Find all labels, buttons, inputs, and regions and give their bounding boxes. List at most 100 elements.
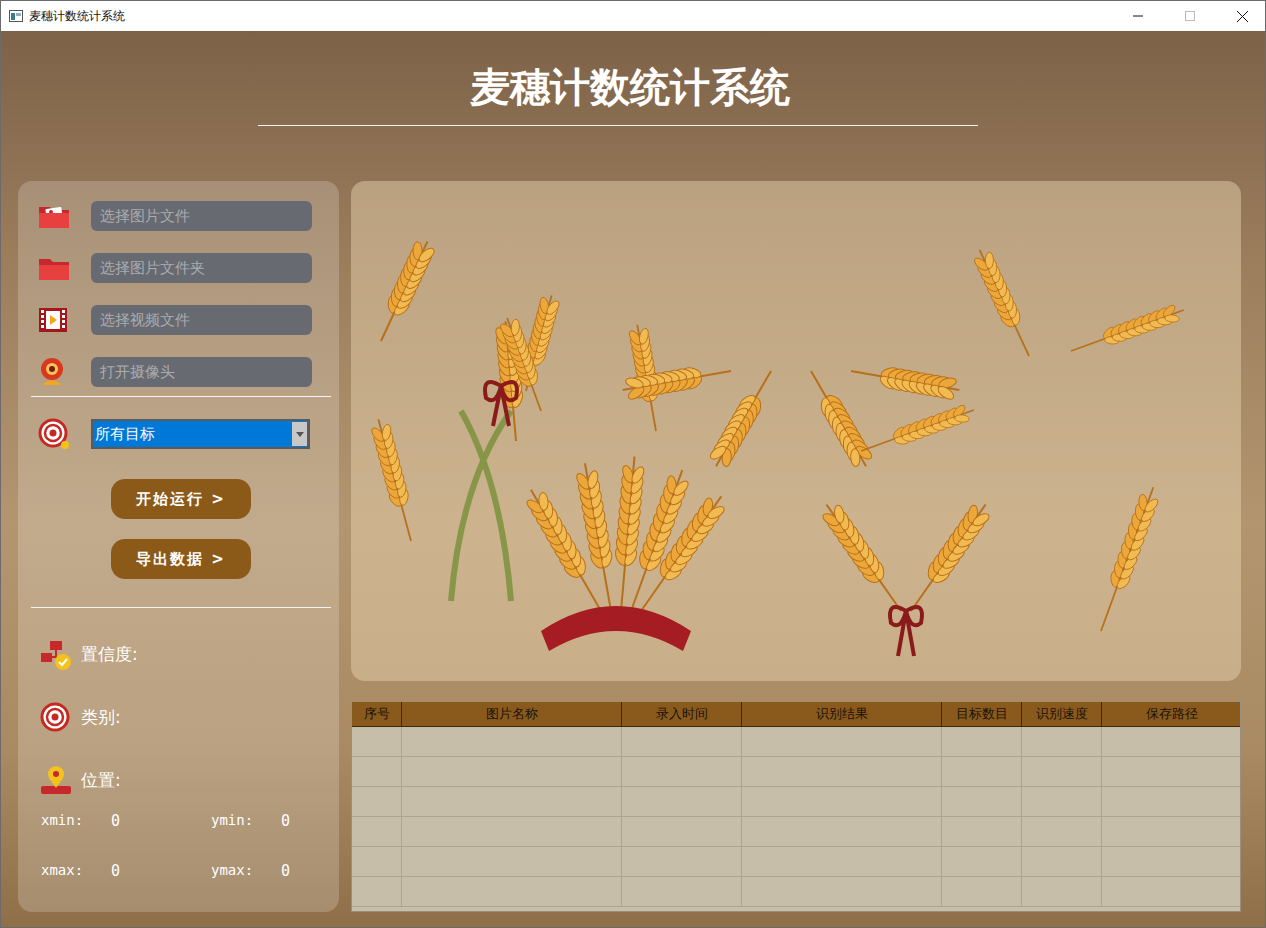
source-field[interactable]: 选择图片文件夹 — [91, 253, 312, 283]
info-row: 置信度: — [31, 637, 331, 672]
column-header[interactable]: 保存路径 — [1102, 702, 1241, 726]
column-header[interactable]: 图片名称 — [402, 702, 622, 726]
class-icon — [40, 702, 72, 734]
folder-icon — [38, 254, 70, 282]
confidence-icon — [40, 639, 72, 671]
target-select[interactable]: 所有目标 — [91, 419, 310, 449]
title-bar: 麦穗计数统计系统 — [1, 1, 1265, 31]
video-file-icon — [38, 306, 68, 334]
table-cell — [622, 787, 742, 816]
table-row[interactable] — [352, 817, 1240, 847]
action-button[interactable]: 开始运行 > — [111, 479, 251, 519]
table-cell — [1022, 877, 1102, 906]
select-arrow[interactable] — [292, 422, 307, 446]
table-cell — [402, 877, 622, 906]
info-icon-box — [31, 766, 81, 796]
table-cell — [742, 847, 942, 876]
table-cell — [1022, 727, 1102, 756]
source-row: 选择图片文件夹 — [31, 253, 331, 283]
result-table: 序号图片名称录入时间识别结果目标数目识别速度保存路径 — [351, 701, 1241, 912]
table-header: 序号图片名称录入时间识别结果目标数目识别速度保存路径 — [352, 702, 1240, 727]
action-button[interactable]: 导出数据 > — [111, 539, 251, 579]
coord-label: xmin: — [41, 812, 111, 832]
header-divider — [258, 125, 978, 126]
coord-value: 0 — [111, 812, 211, 832]
table-cell — [402, 787, 622, 816]
close-icon — [1237, 11, 1248, 22]
coord-value: 0 — [111, 862, 211, 882]
source-row: 选择视频文件 — [31, 305, 331, 335]
table-cell — [942, 727, 1022, 756]
column-header[interactable]: 目标数目 — [942, 702, 1022, 726]
table-cell — [622, 757, 742, 786]
info-row: 位置: — [31, 763, 331, 798]
source-field[interactable]: 选择视频文件 — [91, 305, 312, 335]
panel-divider — [31, 396, 331, 397]
maximize-icon — [1185, 11, 1195, 21]
coordinates: xmin:0ymin:0xmax:0ymax:0 — [31, 812, 331, 882]
table-cell — [1022, 787, 1102, 816]
column-header[interactable]: 序号 — [352, 702, 402, 726]
source-field[interactable]: 打开摄像头 — [91, 357, 312, 387]
image-file-icon — [38, 202, 70, 230]
source-icon-box — [31, 254, 91, 282]
coord-label: ymax: — [211, 862, 281, 882]
source-list: 选择图片文件选择图片文件夹选择视频文件打开摄像头 — [31, 201, 331, 387]
location-icon — [40, 766, 72, 796]
target-icon-box — [31, 418, 91, 450]
table-cell — [942, 757, 1022, 786]
image-display — [351, 181, 1241, 681]
minimize-button[interactable] — [1115, 1, 1161, 31]
table-row[interactable] — [352, 847, 1240, 877]
info-label: 位置: — [81, 769, 121, 792]
maximize-button[interactable] — [1167, 1, 1213, 31]
table-cell — [622, 877, 742, 906]
table-cell — [1102, 757, 1241, 786]
table-cell — [942, 847, 1022, 876]
source-icon-box — [31, 202, 91, 230]
table-cell — [1022, 817, 1102, 846]
table-cell — [622, 727, 742, 756]
target-row: 所有目标 — [31, 418, 331, 450]
info-label: 类别: — [81, 706, 121, 729]
source-icon-box — [31, 357, 91, 387]
source-field[interactable]: 选择图片文件 — [91, 201, 312, 231]
control-panel: 选择图片文件选择图片文件夹选择视频文件打开摄像头所有目标开始运行 > 导出数据 >… — [18, 181, 339, 912]
table-cell — [352, 727, 402, 756]
column-header[interactable]: 识别结果 — [742, 702, 942, 726]
panel-divider — [31, 607, 331, 608]
table-row[interactable] — [352, 757, 1240, 787]
table-cell — [1102, 817, 1241, 846]
table-cell — [622, 817, 742, 846]
table-row[interactable] — [352, 787, 1240, 817]
column-header[interactable]: 识别速度 — [1022, 702, 1102, 726]
source-row: 选择图片文件 — [31, 201, 331, 231]
table-row[interactable] — [352, 877, 1240, 907]
main-area: 麦穗计数统计系统选择图片文件选择图片文件夹选择视频文件打开摄像头所有目标开始运行… — [1, 31, 1265, 927]
table-cell — [402, 727, 622, 756]
result-info: 置信度: 类别: 位置: — [31, 637, 331, 798]
content: 选择图片文件选择图片文件夹选择视频文件打开摄像头所有目标开始运行 > 导出数据 >… — [18, 181, 1241, 912]
table-row[interactable] — [352, 727, 1240, 757]
close-button[interactable] — [1219, 1, 1265, 31]
source-icon-box — [31, 306, 91, 334]
table-cell — [942, 817, 1022, 846]
table-cell — [622, 847, 742, 876]
source-row: 打开摄像头 — [31, 357, 331, 387]
table-cell — [1102, 877, 1241, 906]
table-cell — [742, 817, 942, 846]
coord-value: 0 — [281, 812, 321, 832]
table-cell — [352, 877, 402, 906]
table-cell — [1102, 847, 1241, 876]
info-label: 置信度: — [81, 643, 138, 666]
info-icon-box — [31, 639, 81, 671]
column-header[interactable]: 录入时间 — [622, 702, 742, 726]
table-cell — [942, 787, 1022, 816]
table-cell — [352, 787, 402, 816]
table-cell — [402, 817, 622, 846]
wheat-illustration — [351, 181, 1241, 681]
coord-label: xmax: — [41, 862, 111, 882]
dropdown-arrow-icon — [296, 432, 304, 437]
table-cell — [742, 787, 942, 816]
table-cell — [1102, 727, 1241, 756]
